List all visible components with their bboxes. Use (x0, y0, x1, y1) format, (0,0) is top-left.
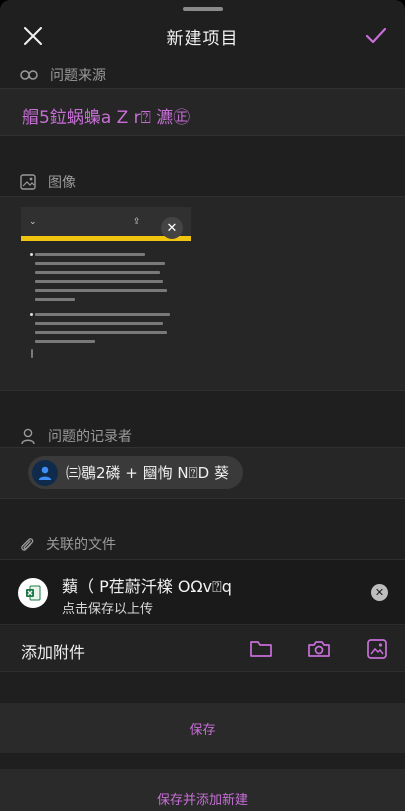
page-title: 新建项目 (166, 28, 239, 49)
source-value[interactable]: 艒5鉝蜗蟂a Z r⍰ 瀌㊣ (0, 95, 405, 135)
avatar (32, 459, 58, 486)
reporter-label: 问题的记录者 (48, 429, 132, 445)
source-label: 问题来源 (50, 68, 106, 84)
image-label: 图像 (48, 175, 76, 191)
excel-file-icon (18, 578, 48, 608)
reporter-chip[interactable]: ㈢鶡2磷 + 圝恂 N⍰D 葵 (28, 456, 243, 489)
attach-camera-button[interactable] (306, 636, 332, 662)
attach-folder-button[interactable] (248, 636, 274, 662)
attach-row: 添加附件 (0, 626, 405, 672)
close-button[interactable] (20, 23, 46, 49)
person-icon (21, 428, 35, 444)
close-icon (24, 27, 42, 45)
confirm-button[interactable] (363, 23, 389, 49)
camera-icon (308, 641, 330, 657)
image-thumbnail[interactable]: ⌄ ⇪ ✕ (21, 207, 191, 377)
source-section-label: 问题来源 (20, 65, 106, 85)
check-icon (365, 27, 387, 44)
reporter-name: ㈢鶡2磷 + 圝恂 N⍰D 葵 (66, 464, 229, 482)
file-name: 蘱（ P荏蔚汘檪 OΩv⍰q (62, 577, 232, 596)
remove-file-button[interactable]: ✕ (371, 584, 388, 601)
file-status: 点击保存以上传 (62, 602, 154, 617)
user-avatar-icon (38, 466, 52, 480)
drag-handle[interactable] (183, 7, 223, 11)
thumbnail-share-icon: ⇪ (133, 217, 141, 227)
attach-photo-button[interactable] (364, 636, 390, 662)
attach-label: 添加附件 (21, 643, 86, 662)
image-section-label: 图像 (20, 172, 76, 192)
save-and-new-button[interactable]: 保存并添加新建 (0, 769, 405, 811)
save-and-new-label: 保存并添加新建 (156, 792, 248, 808)
files-label: 关联的文件 (46, 537, 116, 553)
image-icon (20, 174, 36, 190)
thumbnail-content (21, 241, 191, 377)
files-section-label: 关联的文件 (20, 534, 116, 554)
save-button[interactable]: 保存 (0, 703, 405, 753)
thumbnail-chevron-icon: ⌄ (29, 217, 37, 227)
header: 新建项目 (0, 12, 405, 60)
photo-icon (367, 639, 387, 659)
remove-image-button[interactable]: ✕ (161, 217, 183, 239)
link-icon (20, 70, 38, 80)
folder-icon (250, 641, 272, 657)
attached-file[interactable]: 蘱（ P荏蔚汘檪 OΩv⍰q 点击保存以上传 ✕ (0, 559, 405, 625)
reporter-section-label: 问题的记录者 (20, 426, 132, 446)
paperclip-icon (21, 537, 34, 551)
new-item-sheet: 新建项目 问题来源 艒5鉝蜗蟂a Z r⍰ 瀌㊣ 图像 ⌄ ⇪ ✕ 问题的记录者… (0, 0, 405, 811)
